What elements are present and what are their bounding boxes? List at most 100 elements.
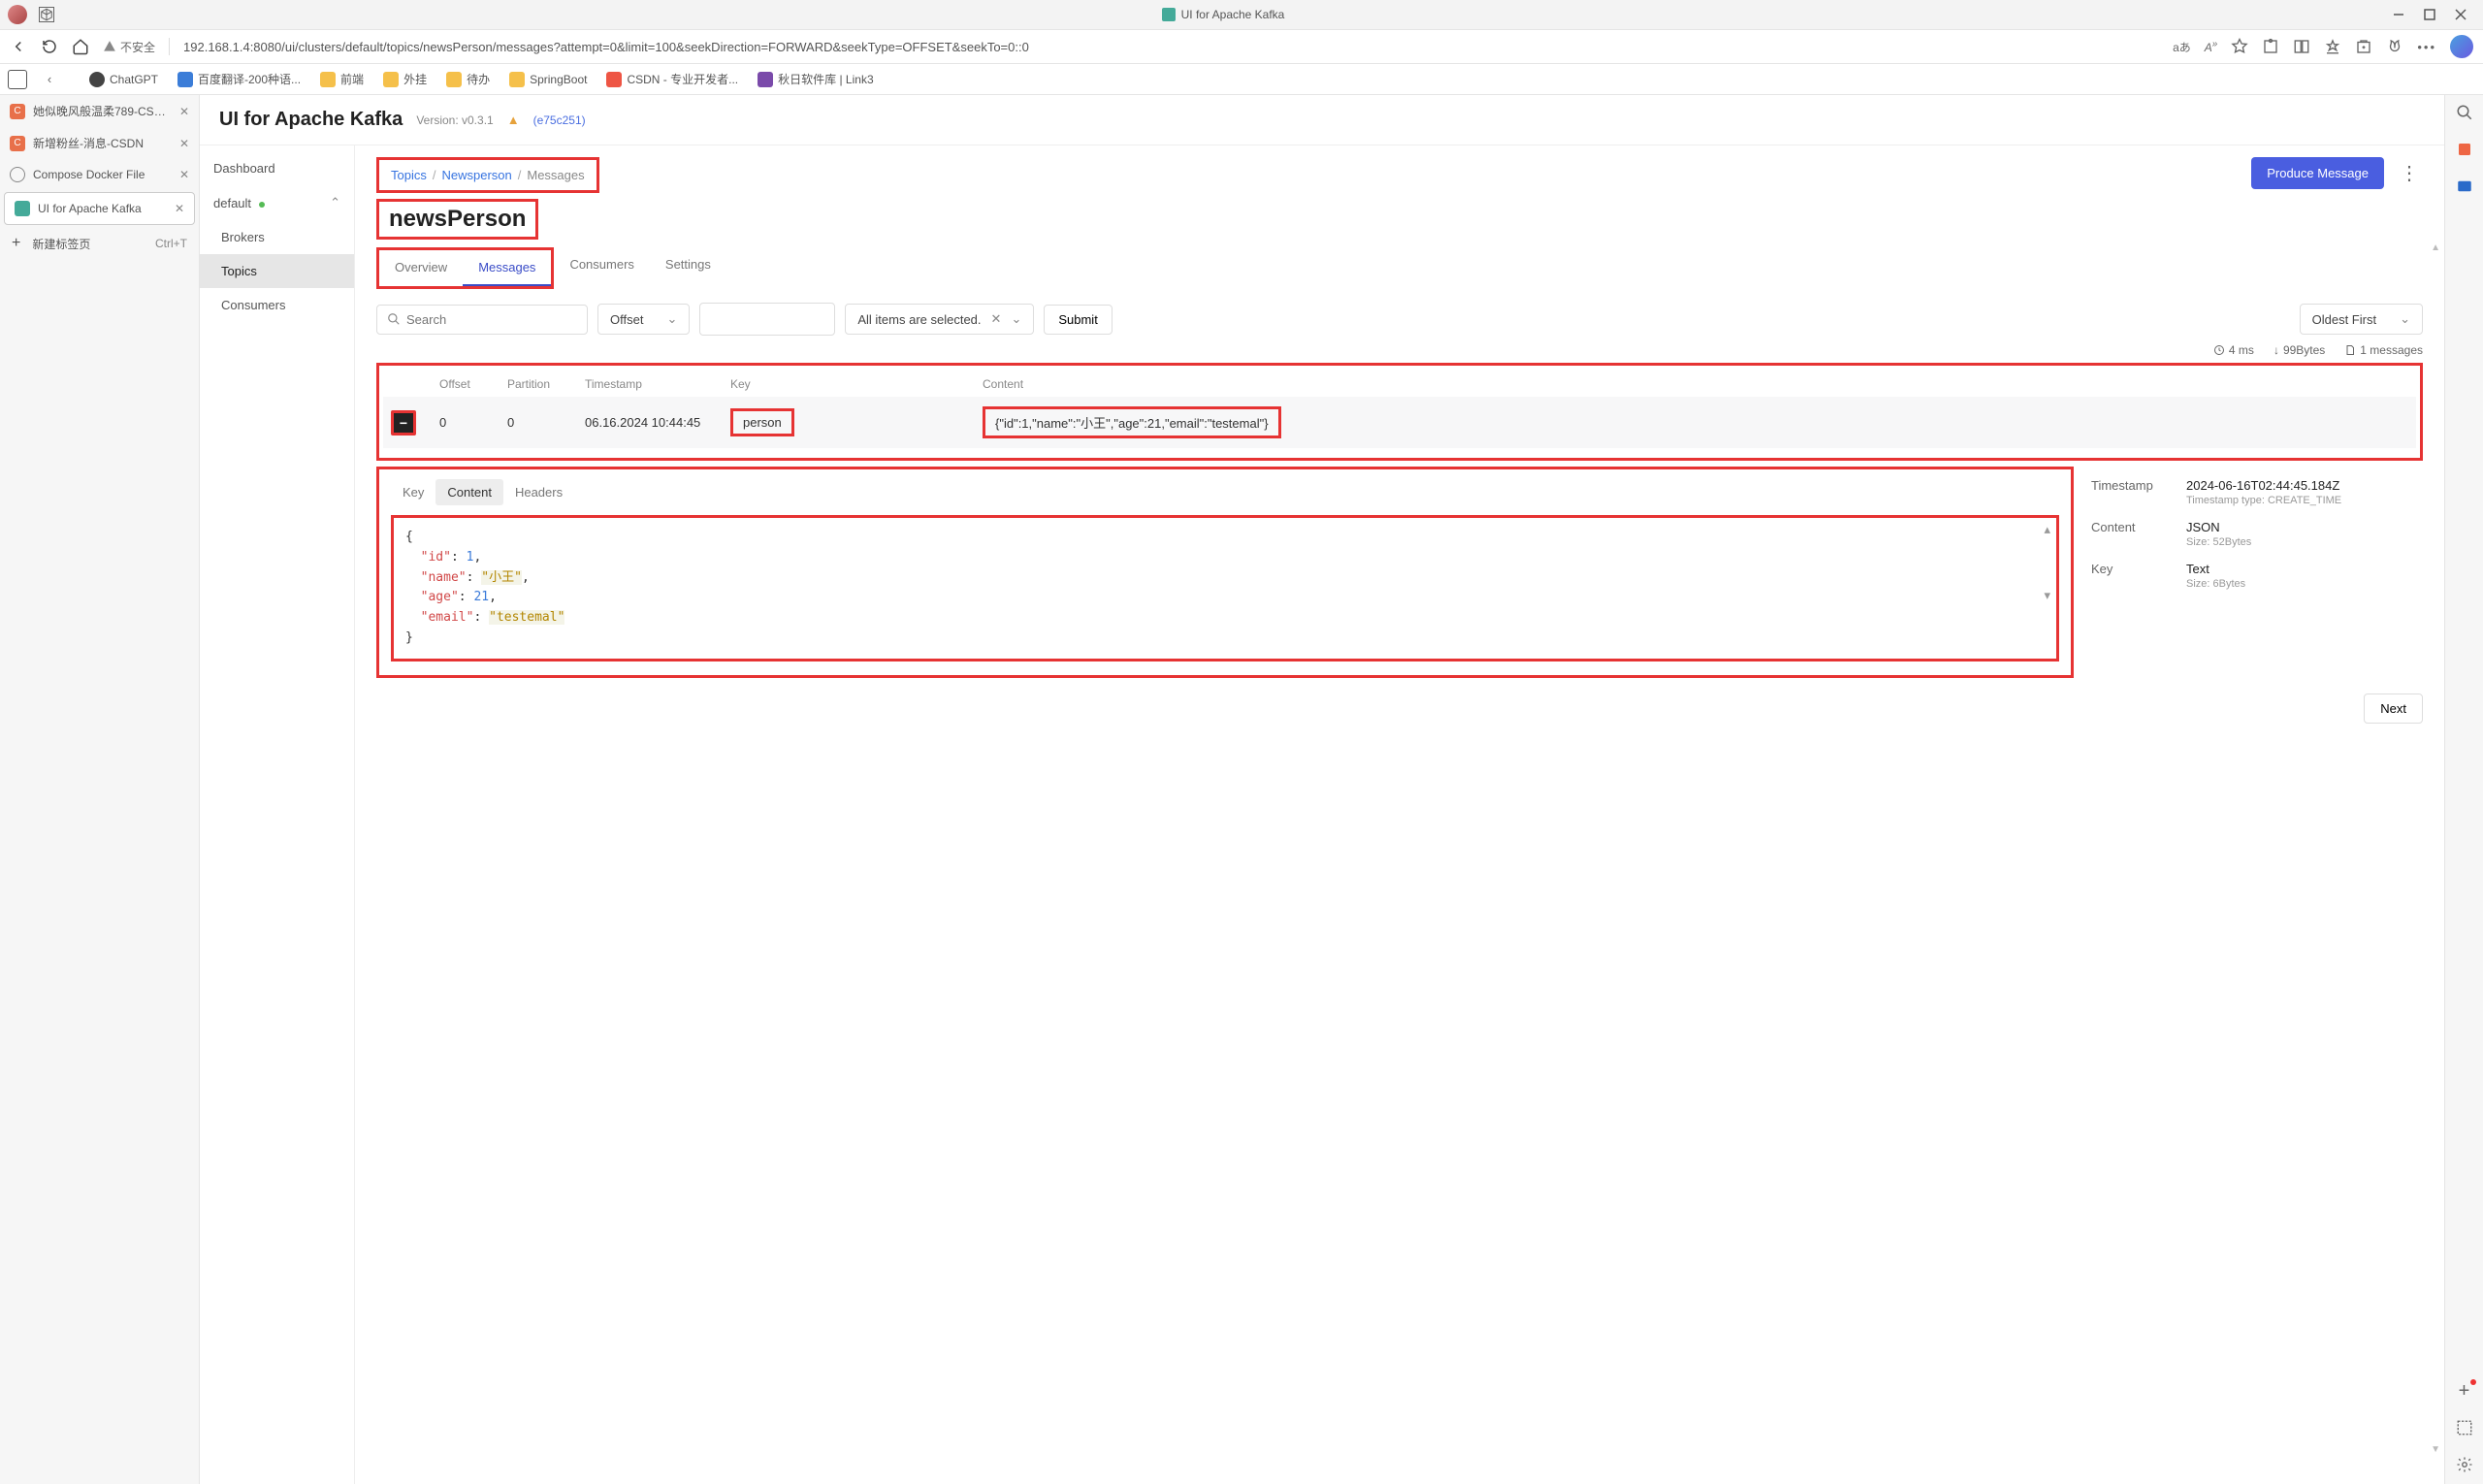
value-input[interactable] xyxy=(699,303,835,336)
maximize-icon[interactable] xyxy=(2423,8,2436,21)
back-icon[interactable] xyxy=(10,38,27,55)
status-dot-icon xyxy=(259,202,265,208)
qiuri-icon xyxy=(758,72,773,87)
screenshot-rail-icon[interactable] xyxy=(2455,1418,2474,1437)
extensions-icon[interactable] xyxy=(2262,38,2279,55)
file-icon xyxy=(2344,344,2356,356)
bookmark-item[interactable]: SpringBoot xyxy=(503,70,593,89)
produce-message-button[interactable]: Produce Message xyxy=(2251,157,2384,189)
tab-favicon-icon xyxy=(15,201,30,216)
outlook-rail-icon[interactable] xyxy=(2455,177,2474,196)
new-tab-shortcut: Ctrl+T xyxy=(155,237,187,250)
sidebar-consumers[interactable]: Consumers xyxy=(200,288,354,322)
next-button[interactable]: Next xyxy=(2364,694,2423,724)
close-tab-icon[interactable]: ✕ xyxy=(179,105,189,118)
chevron-down-icon: ⌄ xyxy=(2400,311,2410,327)
app-version: Version: v0.3.1 xyxy=(416,113,493,127)
workspace-icon[interactable] xyxy=(39,7,54,22)
folder-icon xyxy=(383,72,399,87)
submit-button[interactable]: Submit xyxy=(1044,305,1112,335)
url-text[interactable]: 192.168.1.4:8080/ui/clusters/default/top… xyxy=(183,40,2159,54)
close-tab-icon[interactable]: ✕ xyxy=(179,137,189,150)
vertical-tab[interactable]: C她似晚风般温柔789-CSDN博客✕ xyxy=(0,95,199,127)
close-icon[interactable] xyxy=(2454,8,2467,21)
tab-label: UI for Apache Kafka xyxy=(38,202,167,215)
csdn-icon xyxy=(606,72,622,87)
sidebar-topics[interactable]: Topics xyxy=(200,254,354,288)
offset-select[interactable]: Offset ⌄ xyxy=(597,304,690,335)
search-box[interactable] xyxy=(376,305,588,335)
insecure-badge[interactable]: 不安全 xyxy=(103,39,155,55)
sidebar-dashboard[interactable]: Dashboard xyxy=(200,151,354,185)
sort-select[interactable]: Oldest First ⌄ xyxy=(2300,304,2423,335)
close-tab-icon[interactable]: ✕ xyxy=(179,168,189,181)
scroll-down-icon[interactable]: ▼ xyxy=(2431,1444,2440,1455)
bookmark-item[interactable]: 前端 xyxy=(314,69,370,89)
crumb-messages: Messages xyxy=(527,168,584,182)
detail-tab-key[interactable]: Key xyxy=(391,479,435,505)
clear-filter-icon[interactable]: ✕ xyxy=(991,311,1002,327)
commit-hash[interactable]: (e75c251) xyxy=(533,113,586,127)
topic-tabs: Overview Messages xyxy=(376,247,554,289)
more-actions-icon[interactable]: ⋮ xyxy=(2396,157,2423,189)
tab-consumers[interactable]: Consumers xyxy=(554,247,649,303)
crumb-topics[interactable]: Topics xyxy=(391,168,427,182)
split-icon[interactable] xyxy=(2293,38,2310,55)
collapse-panel-icon[interactable]: ‹ xyxy=(39,69,60,90)
meta-key-sub: Size: 6Bytes xyxy=(2186,578,2245,590)
search-input[interactable] xyxy=(406,312,577,327)
office-rail-icon[interactable] xyxy=(2455,140,2474,159)
cell-partition: 0 xyxy=(507,415,585,430)
collections-icon[interactable] xyxy=(2355,38,2372,55)
favorites-bar-icon[interactable] xyxy=(2324,38,2341,55)
scroll-up-icon[interactable]: ▴ xyxy=(2044,522,2050,537)
window-title: UI for Apache Kafka xyxy=(1181,8,1285,21)
sidebar-toggle-icon[interactable] xyxy=(8,70,27,89)
search-rail-icon[interactable] xyxy=(2455,103,2474,122)
partition-filter[interactable]: All items are selected. ✕ ⌄ xyxy=(845,304,1034,335)
vertical-tab[interactable]: Compose Docker File✕ xyxy=(0,159,199,190)
detail-tab-content[interactable]: Content xyxy=(435,479,503,505)
cell-offset: 0 xyxy=(439,415,507,430)
performance-icon[interactable] xyxy=(2386,38,2403,55)
scroll-up-icon[interactable]: ▲ xyxy=(2431,242,2440,253)
tab-messages[interactable]: Messages xyxy=(463,250,551,286)
scroll-down-icon[interactable]: ▾ xyxy=(2044,588,2050,603)
more-icon[interactable]: ••• xyxy=(2417,40,2436,54)
home-icon[interactable] xyxy=(72,38,89,55)
detail-tab-headers[interactable]: Headers xyxy=(503,479,574,505)
tab-favicon-icon xyxy=(1162,8,1176,21)
chevron-down-icon: ⌄ xyxy=(1011,311,1021,327)
bookmark-label: 待办 xyxy=(467,71,490,87)
table-row[interactable]: − 0 0 06.16.2024 10:44:45 person {"id":1… xyxy=(383,397,2416,448)
bookmark-item[interactable]: 百度翻译-200种语... xyxy=(172,69,306,89)
col-timestamp: Timestamp xyxy=(585,377,730,391)
sidebar-cluster[interactable]: default ⌃ xyxy=(200,185,354,220)
sidebar-brokers[interactable]: Brokers xyxy=(200,220,354,254)
bookmark-item[interactable]: CSDN - 专业开发者... xyxy=(600,69,744,89)
add-rail-icon[interactable]: + xyxy=(2455,1381,2474,1401)
vertical-tab[interactable]: C新增粉丝-消息-CSDN✕ xyxy=(0,127,199,159)
collapse-row-icon[interactable]: − xyxy=(391,410,416,436)
minimize-icon[interactable] xyxy=(2392,8,2405,21)
crumb-topic-name[interactable]: Newsperson xyxy=(441,168,511,182)
bookmark-item[interactable]: 秋日软件库 | Link3 xyxy=(752,69,879,89)
translate-icon[interactable]: aあ xyxy=(2173,39,2191,55)
bookmark-item[interactable]: ChatGPT xyxy=(83,70,164,89)
cell-content: {"id":1,"name":"小王","age":21,"email":"te… xyxy=(983,406,1281,438)
bookmark-item[interactable]: 外挂 xyxy=(377,69,433,89)
tab-overview[interactable]: Overview xyxy=(379,250,463,286)
filter-label: All items are selected. xyxy=(857,312,981,327)
settings-rail-icon[interactable] xyxy=(2455,1455,2474,1474)
text-size-icon[interactable]: A» xyxy=(2205,39,2218,54)
favorite-icon[interactable] xyxy=(2231,38,2248,55)
refresh-icon[interactable] xyxy=(41,38,58,55)
tab-settings[interactable]: Settings xyxy=(650,247,726,303)
bookmark-item[interactable]: 待办 xyxy=(440,69,496,89)
new-tab-button[interactable]: +新建标签页 Ctrl+T xyxy=(0,227,199,260)
profile-avatar-icon[interactable] xyxy=(8,5,27,24)
vertical-tab[interactable]: UI for Apache Kafka ✕ xyxy=(4,192,195,225)
close-tab-icon[interactable]: ✕ xyxy=(175,202,184,215)
copilot-icon[interactable] xyxy=(2450,35,2473,58)
meta-ts-label: Timestamp xyxy=(2091,478,2169,506)
